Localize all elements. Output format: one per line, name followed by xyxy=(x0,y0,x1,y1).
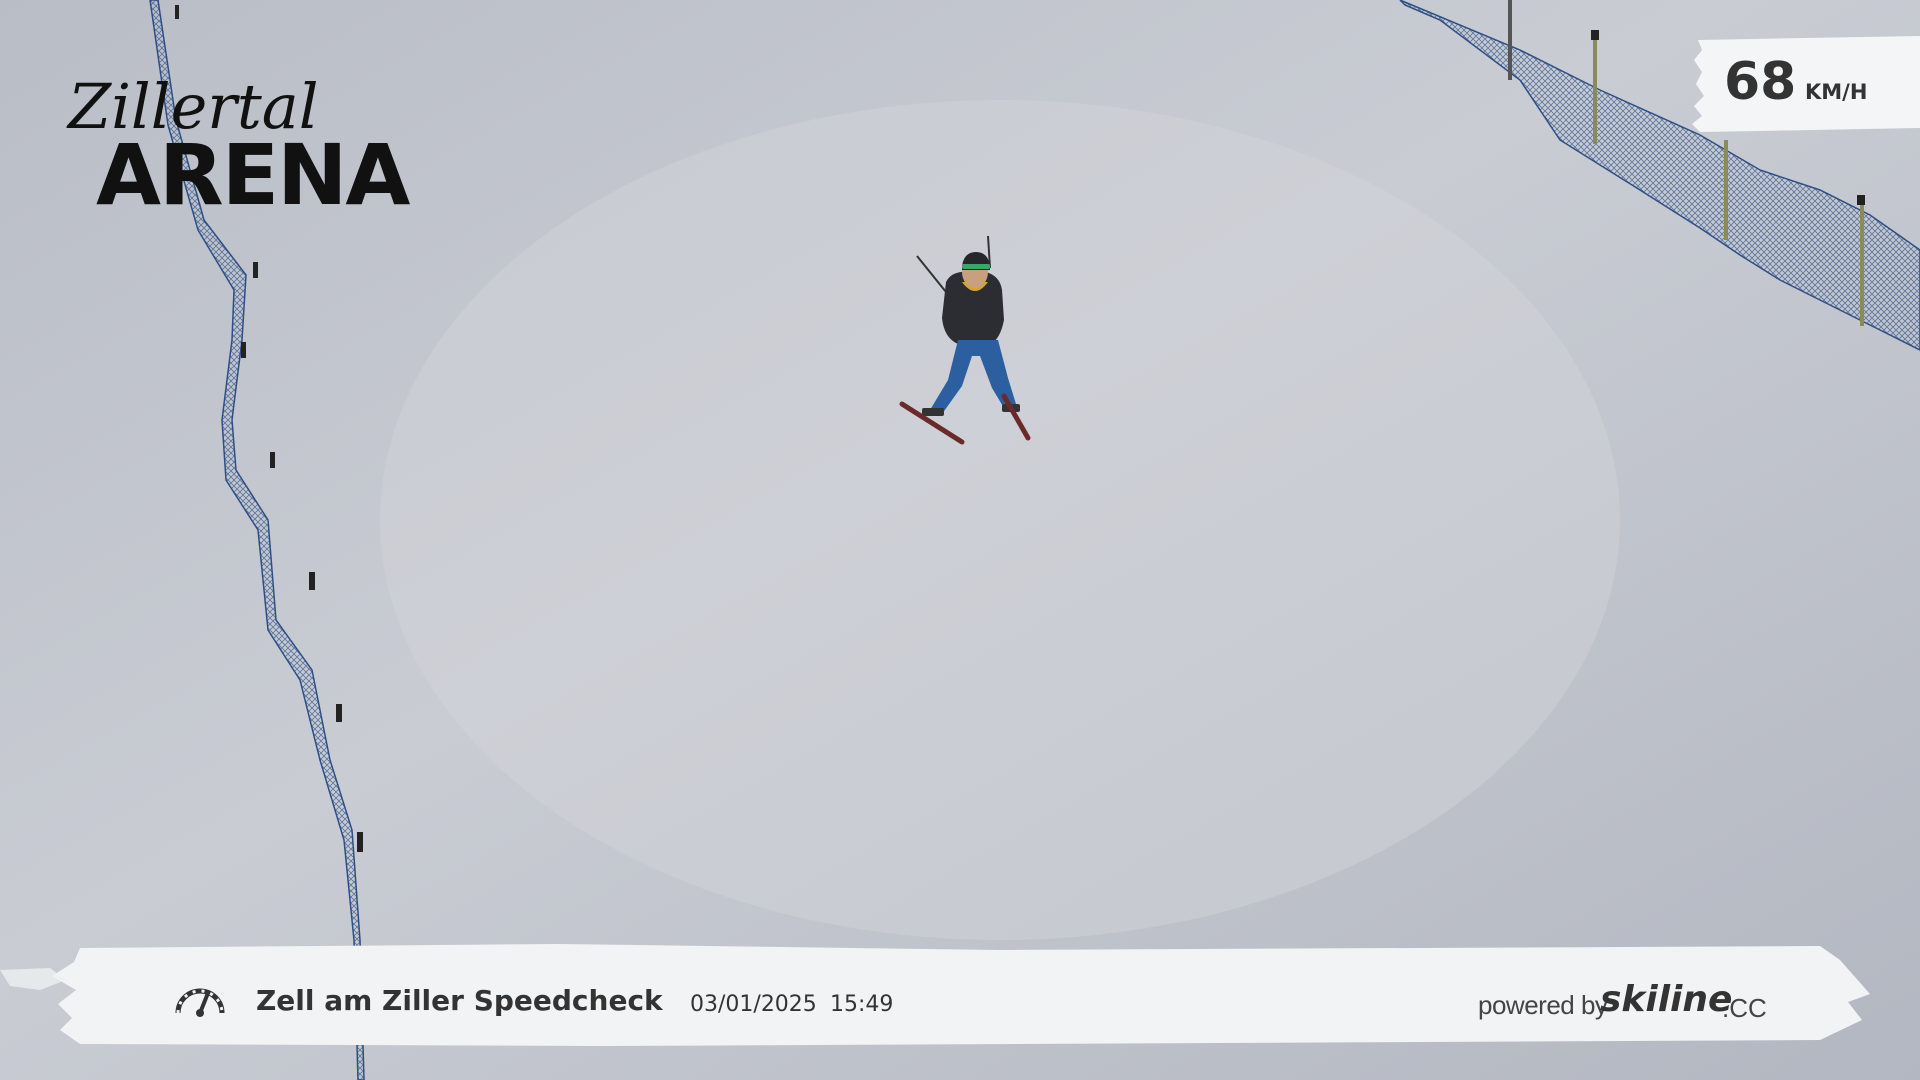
skiline-brand-name: skiline xyxy=(1600,979,1733,1020)
recording-date: 03/01/2025 xyxy=(690,992,817,1017)
speedcheck-title: Zell am Ziller Speedcheck xyxy=(256,984,663,1017)
speed-value: 68 xyxy=(1724,52,1797,112)
speed-unit: KM/H xyxy=(1805,80,1868,104)
zillertal-arena-logo-graphic: Zillertal ARENA xyxy=(66,70,412,208)
recording-time: 15:49 xyxy=(830,992,894,1017)
svg-text:ARENA: ARENA xyxy=(96,126,410,208)
speedometer-icon xyxy=(175,988,225,1017)
speed-badge-background xyxy=(1692,36,1920,132)
skiline-brand-tld: .CC xyxy=(1722,993,1767,1023)
powered-by-label: powered by xyxy=(1478,990,1608,1020)
